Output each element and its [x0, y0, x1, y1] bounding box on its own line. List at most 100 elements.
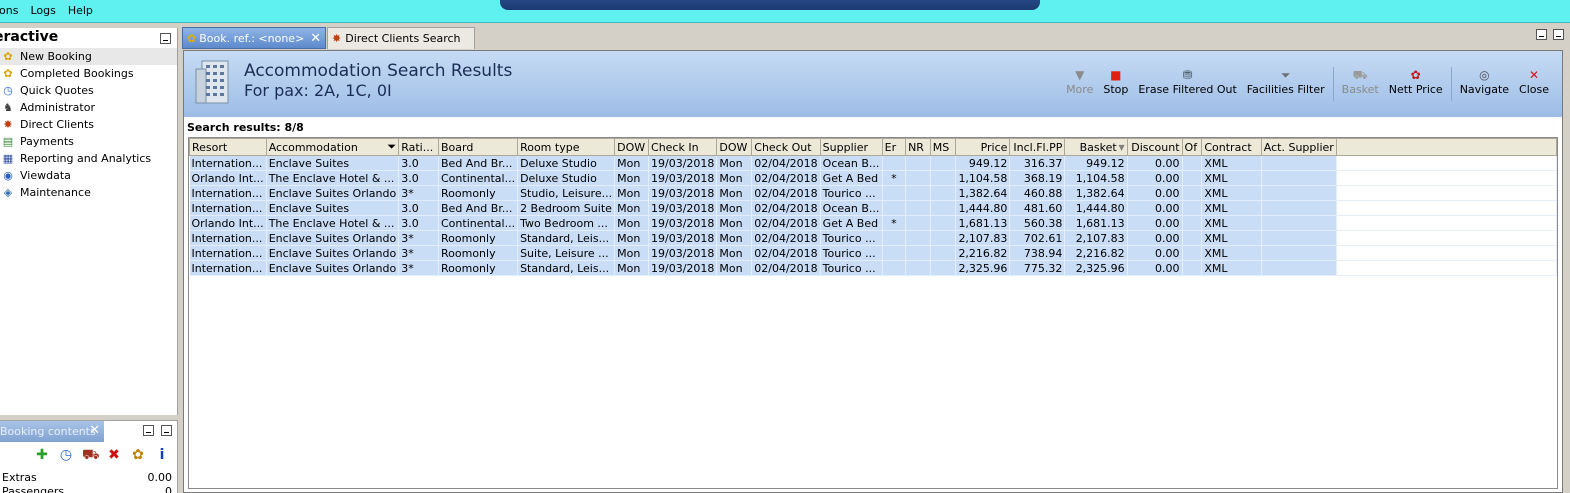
- tab-direct-clients-search[interactable]: ✸ Direct Clients Search: [327, 27, 475, 49]
- table-cell: 2,107.83: [1064, 230, 1128, 246]
- column-header[interactable]: Rati...: [398, 138, 439, 156]
- navigate-button[interactable]: ◎ Navigate: [1455, 67, 1514, 96]
- table-cell: [882, 200, 907, 216]
- column-header[interactable]: Price: [954, 138, 1011, 156]
- booking-contents-tab-label: Booking contents: [0, 425, 96, 438]
- nav-item-direct-clients[interactable]: ✸ Direct Clients: [0, 116, 177, 133]
- clock-icon[interactable]: ◷: [58, 446, 74, 466]
- basket-icon[interactable]: ⛟: [82, 446, 100, 466]
- column-header[interactable]: Basket ▼: [1064, 138, 1128, 156]
- column-header[interactable]: Room type: [517, 138, 616, 156]
- table-row[interactable]: Internation... Enclave Suites Orlando 3* Ro…: [189, 245, 1558, 261]
- column-header[interactable]: Er: [881, 138, 907, 156]
- column-header[interactable]: Of: [1181, 138, 1203, 156]
- table-cell: [882, 155, 907, 171]
- nav-item-payments[interactable]: ▤ Payments: [0, 133, 177, 150]
- column-header[interactable]: Discount: [1126, 138, 1183, 156]
- window-title-cap: [500, 0, 1040, 10]
- column-header[interactable]: DOW: [716, 138, 753, 156]
- table-row[interactable]: Internation... Enclave Suites Orlando 3* Ro…: [189, 185, 1558, 201]
- table-row[interactable]: Internation... Enclave Suites 3.0 Bed And B…: [189, 200, 1558, 216]
- table-cell: 560.38: [1009, 215, 1066, 231]
- table-cell: 02/04/2018: [751, 155, 821, 171]
- nav-item-administrator[interactable]: ♞ Administrator: [0, 99, 177, 116]
- column-header[interactable]: NR: [905, 138, 931, 156]
- close-button[interactable]: ✕ Close: [1514, 67, 1554, 96]
- tab-booking-ref[interactable]: ✿ Book. ref.: <none> ✕: [182, 27, 326, 49]
- toolbar-separator: [1450, 67, 1452, 101]
- palm-tree-icon[interactable]: ✿: [130, 446, 146, 466]
- table-cell: Standard, Leis...: [517, 230, 616, 246]
- table-cell: 1,382.64: [1064, 185, 1128, 201]
- table-cell: Two Bedroom ...: [517, 215, 616, 231]
- maximize-icon[interactable]: [1553, 29, 1564, 40]
- table-cell: [905, 170, 931, 186]
- minimize-icon[interactable]: [160, 33, 171, 44]
- column-header[interactable]: Incl.Fl.PP: [1009, 138, 1066, 156]
- nav-item-viewdata[interactable]: ◉ Viewdata: [0, 167, 177, 184]
- booking-row-label: Extras: [2, 471, 37, 484]
- nav-item-reporting-and-analytics[interactable]: ▦ Reporting and Analytics: [0, 150, 177, 167]
- facilities-filter-button[interactable]: ⏷ Facilities Filter: [1242, 67, 1330, 96]
- column-header[interactable]: MS: [929, 138, 956, 156]
- minimize-icon[interactable]: [143, 425, 154, 436]
- table-row[interactable]: Orlando Int... The Enclave Hotel & ... 3.0…: [189, 215, 1558, 231]
- nav-item-completed-bookings[interactable]: ✿ Completed Bookings: [0, 65, 177, 82]
- page-subtitle: For pax: 2A, 1C, 0I: [244, 81, 392, 100]
- column-header[interactable]: Act. Supplier: [1260, 138, 1337, 156]
- erase-filtered-out-button[interactable]: ⛃ Erase Filtered Out: [1133, 67, 1241, 96]
- table-row[interactable]: Internation... Enclave Suites Orlando 3* Ro…: [189, 260, 1558, 276]
- close-icon[interactable]: ✕: [89, 423, 100, 438]
- info-icon[interactable]: i: [154, 446, 170, 466]
- table-cell: Mon: [614, 200, 650, 216]
- table-cell: [1182, 185, 1203, 201]
- table-cell-filler: [1336, 260, 1558, 276]
- table-row[interactable]: Orlando Int... The Enclave Hotel & ... 3.0…: [189, 170, 1558, 186]
- nav-list: ✿ New Booking ✿ Completed Bookings ◷ Quick Qu…: [0, 48, 177, 201]
- delete-icon[interactable]: ✖: [106, 446, 122, 466]
- table-cell: 481.60: [1009, 200, 1066, 216]
- column-header-label: Accommodation: [268, 140, 358, 154]
- table-cell: Enclave Suites Orlando: [266, 245, 400, 261]
- table-cell: [1261, 245, 1337, 261]
- table-cell: 0.00: [1127, 245, 1183, 261]
- table-cell: 3*: [398, 260, 439, 276]
- column-header[interactable]: Contract: [1201, 138, 1262, 156]
- close-icon[interactable]: ✕: [310, 31, 321, 46]
- sort-desc-icon: ▼: [1118, 143, 1125, 152]
- table-cell: [882, 230, 907, 246]
- table-cell: 2,216.82: [1064, 245, 1128, 261]
- table-cell: Continental...: [438, 170, 519, 186]
- column-header[interactable]: Board: [437, 138, 519, 156]
- column-header[interactable]: Check Out: [751, 138, 821, 156]
- nav-item-new-booking[interactable]: ✿ New Booking: [0, 48, 177, 65]
- column-header[interactable]: Resort: [189, 138, 267, 156]
- menu-help[interactable]: Help: [68, 4, 93, 17]
- column-header[interactable]: DOW: [614, 138, 650, 156]
- column-header[interactable]: Check In: [648, 138, 718, 156]
- stop-button[interactable]: ■ Stop: [1098, 67, 1133, 96]
- more-button[interactable]: ▼ More: [1061, 67, 1098, 96]
- filter-icon[interactable]: ⏷: [387, 140, 396, 154]
- maximize-icon[interactable]: [161, 425, 172, 436]
- nav-item-quick-quotes[interactable]: ◷ Quick Quotes: [0, 82, 177, 99]
- table-cell: Internation...: [189, 200, 267, 216]
- add-icon[interactable]: ✚: [34, 446, 50, 466]
- nett-price-button[interactable]: ✿ Nett Price: [1384, 67, 1448, 96]
- table-row[interactable]: Internation... Enclave Suites Orlando 3* Ro…: [189, 230, 1558, 246]
- column-header[interactable]: Accommodation ⏷: [265, 138, 400, 156]
- booking-contents-tab[interactable]: Booking contents ✕: [0, 421, 104, 442]
- table-header-row: Resort Accommodation ⏷ Rati... Board Room typ…: [189, 138, 1558, 156]
- table-row[interactable]: Internation... Enclave Suites 3.0 Bed And B…: [189, 155, 1558, 171]
- basket-button[interactable]: ⛟ Basket: [1337, 67, 1384, 96]
- column-header[interactable]: Supplier: [819, 138, 883, 156]
- booking-row-extras: Extras 0.00: [0, 471, 178, 485]
- nett-price-button-label: Nett Price: [1388, 83, 1443, 96]
- menu-options[interactable]: ons: [0, 4, 18, 17]
- table-cell: 460.88: [1009, 185, 1066, 201]
- table-cell: [1182, 170, 1203, 186]
- minimize-icon[interactable]: [1536, 29, 1547, 40]
- nav-item-maintenance[interactable]: ◈ Maintenance: [0, 184, 177, 201]
- menu-logs[interactable]: Logs: [30, 4, 55, 17]
- palm-tree-icon: ✿: [3, 66, 13, 80]
